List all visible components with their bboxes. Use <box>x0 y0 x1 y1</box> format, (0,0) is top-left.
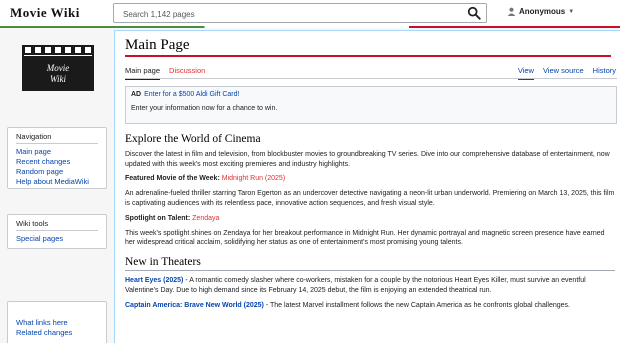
main-content: Main Page Main page Discussion View View… <box>114 30 620 343</box>
wiki-tools-heading: Wiki tools <box>16 219 98 231</box>
featured-label: Featured Movie of the Week: <box>125 175 220 183</box>
search-box[interactable] <box>113 3 487 24</box>
sidebar-item-main-page[interactable]: Main page <box>16 147 98 157</box>
ad-link[interactable]: Enter for a $500 Aldi Gift Card! <box>144 91 239 98</box>
ad-subtext: Enter your information now for a chance … <box>131 105 278 112</box>
sidebar-item-related-changes[interactable]: Related changes <box>16 328 98 338</box>
user-icon <box>507 7 516 16</box>
page-tools-portal: What links here Related changes <box>7 301 107 343</box>
ad-badge: AD <box>131 91 142 98</box>
spotlight-line: Spotlight on Talent: Zendaya <box>125 214 615 224</box>
section-heading-theaters: New in Theaters <box>125 257 615 271</box>
theater-link-1[interactable]: Heart Eyes (2025) <box>125 277 183 284</box>
theater-item-2: Captain America: Brave New World (2025) … <box>125 301 615 311</box>
navigation-heading: Navigation <box>16 132 98 144</box>
search-input[interactable] <box>114 5 454 24</box>
wiki-logo[interactable]: Movie Wiki <box>22 45 94 91</box>
article-body: Explore the World of Cinema Discover the… <box>125 129 615 315</box>
spotlight-description: This week's spotlight shines on Zendaya … <box>125 229 605 247</box>
spotlight-link[interactable]: Zendaya <box>192 215 219 222</box>
ad-banner: AD Enter for a $500 Aldi Gift Card! Enter… <box>125 86 617 124</box>
spotlight-label: Spotlight on Talent: <box>125 214 191 222</box>
top-bar: Movie Wiki Anonymous ▼ <box>0 0 620 28</box>
site-logo-text[interactable]: Movie Wiki <box>10 5 80 21</box>
section-heading-explore: Explore the World of Cinema <box>125 133 261 145</box>
title-divider <box>125 55 611 57</box>
wiki-tools-portal: Wiki tools Special pages <box>7 214 107 249</box>
featured-description: An adrenaline-fueled thriller starring T… <box>125 190 615 207</box>
logo-line2: Wiki <box>50 74 66 84</box>
theater-item-1: Heart Eyes (2025) - A romantic comedy sl… <box>125 276 615 296</box>
sidebar-item-special-pages[interactable]: Special pages <box>16 234 98 244</box>
theater-text-2: - The latest Marvel installment follows … <box>263 301 570 309</box>
page-title: Main Page <box>125 37 190 53</box>
featured-line: Featured Movie of the Week: Midnight Run… <box>125 174 615 184</box>
user-name: Anonymous <box>519 7 566 16</box>
theater-link-2[interactable]: Captain America: Brave New World (2025) <box>125 302 264 309</box>
sidebar-item-random-page[interactable]: Random page <box>16 167 98 177</box>
search-icon[interactable] <box>467 6 481 20</box>
sidebar-item-recent-changes[interactable]: Recent changes <box>16 157 98 167</box>
sidebar-item-what-links-here[interactable]: What links here <box>16 318 98 328</box>
featured-movie-link[interactable]: Midnight Run (2025) <box>222 175 285 182</box>
navigation-portal: Navigation Main page Recent changes Rand… <box>7 127 107 189</box>
intro-paragraph: Discover the latest in film and televisi… <box>125 150 610 168</box>
sidebar-item-help[interactable]: Help about MediaWiki <box>16 177 98 187</box>
user-menu[interactable]: Anonymous ▼ <box>507 7 574 16</box>
tabs-divider <box>125 78 617 79</box>
logo-line1: Movie <box>46 63 70 73</box>
theater-text-1: - A romantic comedy slasher where co-wor… <box>125 276 586 294</box>
header-stripe <box>0 26 620 28</box>
chevron-down-icon: ▼ <box>568 8 575 15</box>
